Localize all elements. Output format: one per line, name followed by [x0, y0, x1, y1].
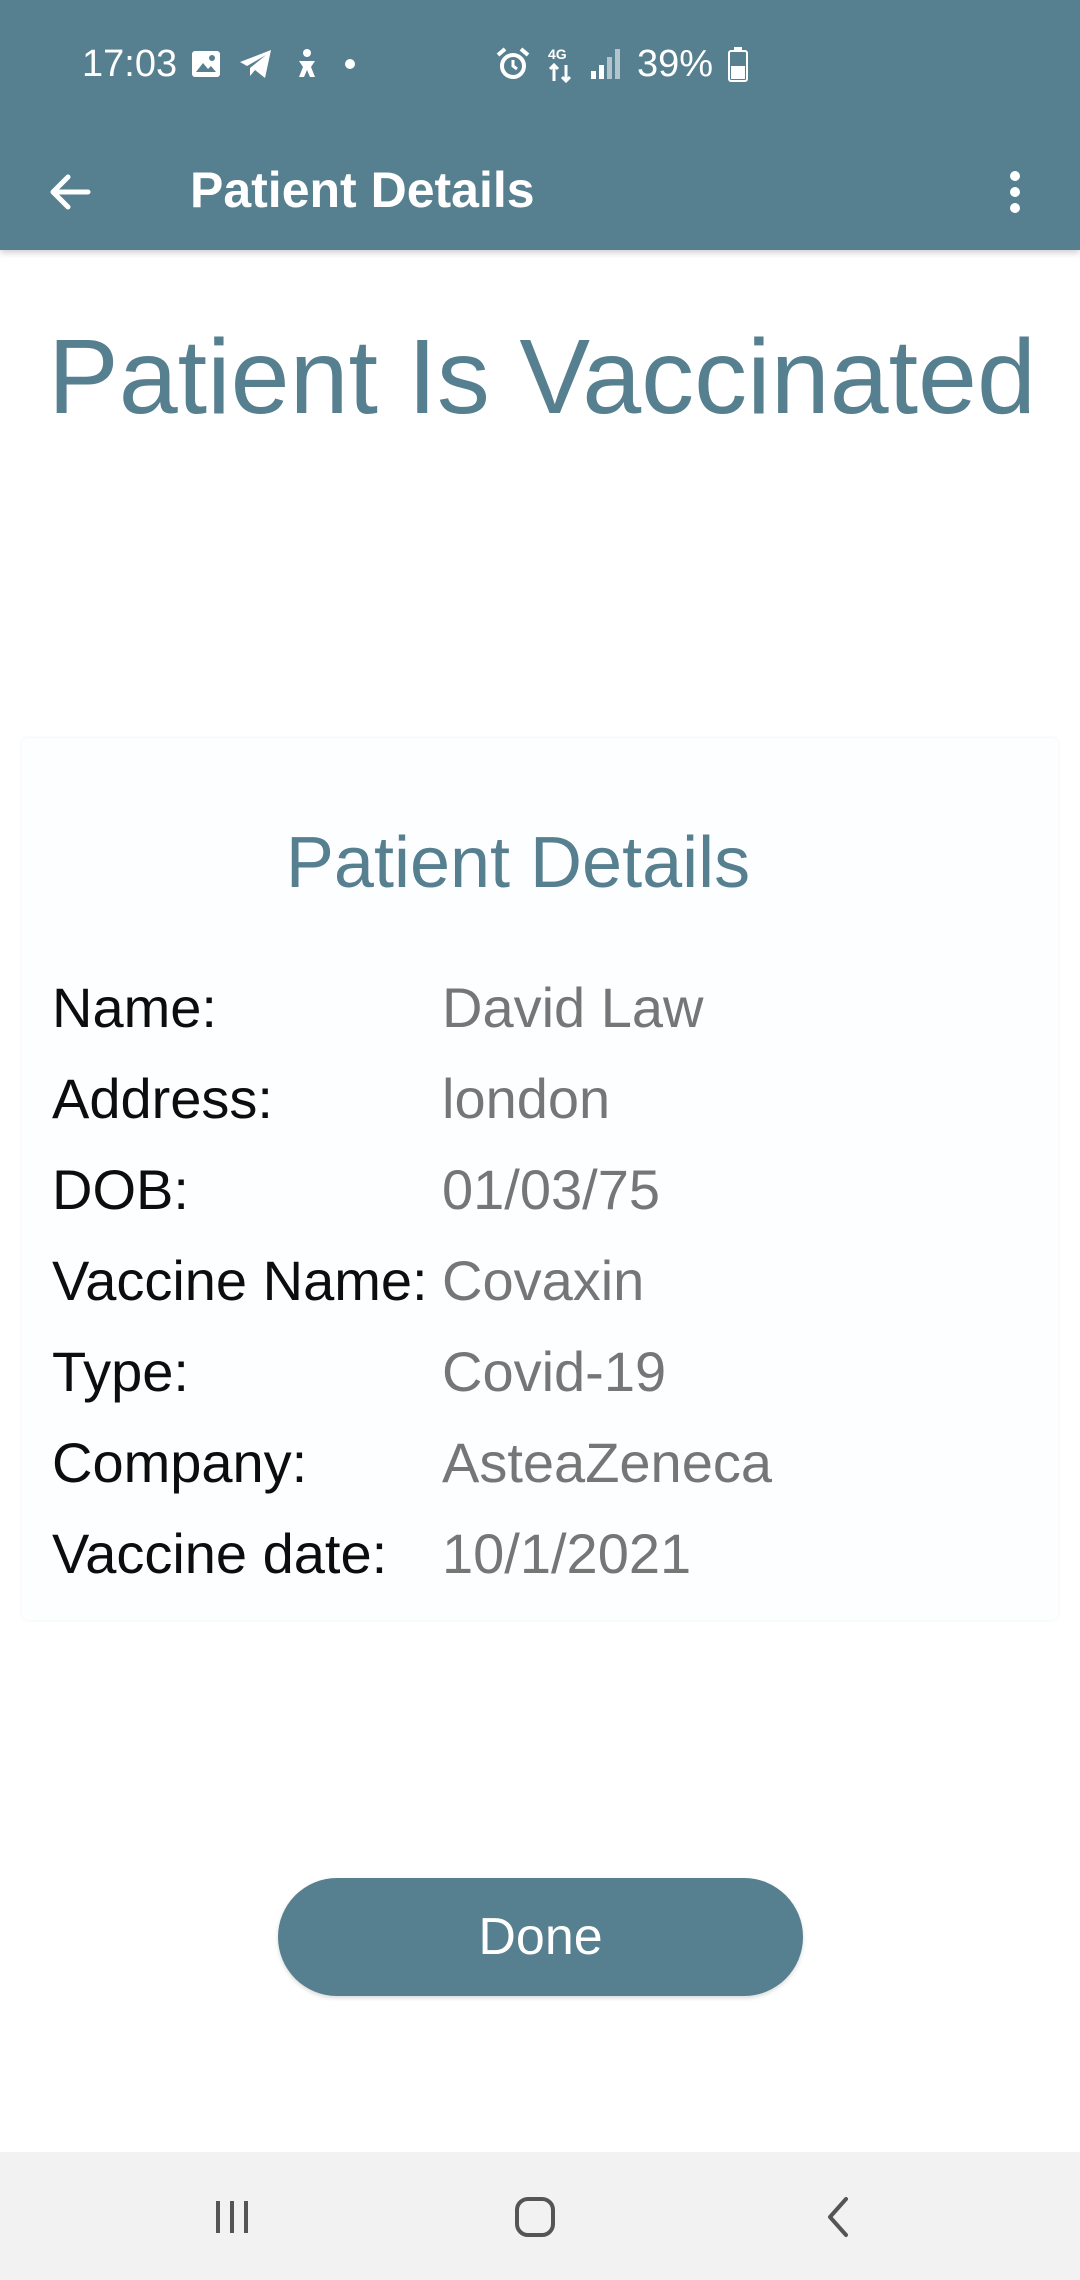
detail-row-address: Address: london [52, 1059, 1032, 1139]
signal-icon [591, 49, 620, 79]
recent-apps-icon [216, 2201, 248, 2233]
home-button[interactable] [475, 2172, 595, 2262]
detail-label: Vaccine date: [52, 1522, 388, 1585]
arrow-left-icon [50, 174, 91, 210]
4g-data-icon: 4G [548, 46, 572, 83]
detail-row-vaccine-name: Vaccine Name: Covaxin [52, 1241, 1032, 1321]
detail-value: london [442, 1067, 611, 1130]
detail-label: Name: [52, 976, 217, 1039]
app-bar-title: Patient Details [190, 162, 535, 218]
detail-value: David Law [442, 976, 704, 1039]
status-system-icons: 4G 39% [495, 42, 749, 86]
status-notification-icons [190, 44, 360, 84]
detail-label: DOB: [52, 1158, 189, 1221]
card-title: Patient Details [285, 823, 751, 903]
svg-text:4G: 4G [548, 46, 567, 62]
back-button[interactable] [30, 152, 110, 232]
detail-label: Type: [52, 1340, 189, 1403]
detail-value: 01/03/75 [442, 1158, 660, 1221]
status-bar: 17:03 4G 39% [0, 0, 1080, 130]
patient-details-screen: 17:03 4G 39% Patient Details Patient Is … [0, 0, 1080, 2280]
system-nav-bar [0, 2152, 1080, 2280]
detail-row-vaccine-date: Vaccine date: 10/1/2021 [52, 1514, 1032, 1594]
notification-dot-icon [345, 59, 355, 69]
detail-value: 10/1/2021 [442, 1522, 692, 1585]
recent-apps-button[interactable] [172, 2172, 292, 2262]
detail-row-name: Name: David Law [52, 968, 1032, 1048]
telegram-icon [240, 50, 271, 78]
battery-percentage: 39% [637, 43, 714, 85]
detail-label: Company: [52, 1431, 308, 1494]
battery-icon [728, 47, 749, 82]
home-icon [515, 2197, 555, 2237]
top-bar: 17:03 4G 39% Patient Details [0, 0, 1080, 250]
more-options-button[interactable] [985, 152, 1045, 232]
app-bar: Patient Details [0, 130, 1080, 250]
vaccination-status-headline: Patient Is Vaccinated [48, 318, 1036, 436]
more-vert-icon [1010, 171, 1020, 213]
detail-row-company: Company: AsteaZeneca [52, 1423, 1032, 1503]
nav-back-button[interactable] [778, 2172, 898, 2262]
status-time: 17:03 [82, 43, 178, 85]
alarm-icon [496, 47, 530, 79]
detail-value: AsteaZeneca [442, 1431, 772, 1494]
detail-value: Covaxin [442, 1249, 645, 1312]
accessibility-icon [299, 49, 315, 77]
detail-label: Address: [52, 1067, 273, 1130]
detail-row-type: Type: Covid-19 [52, 1332, 1032, 1412]
done-button[interactable]: Done [278, 1878, 803, 1996]
detail-row-dob: DOB: 01/03/75 [52, 1150, 1032, 1230]
detail-label: Vaccine Name: [52, 1249, 428, 1312]
detail-value: Covid-19 [442, 1340, 667, 1403]
gallery-icon [192, 51, 220, 77]
back-icon [828, 2197, 848, 2237]
